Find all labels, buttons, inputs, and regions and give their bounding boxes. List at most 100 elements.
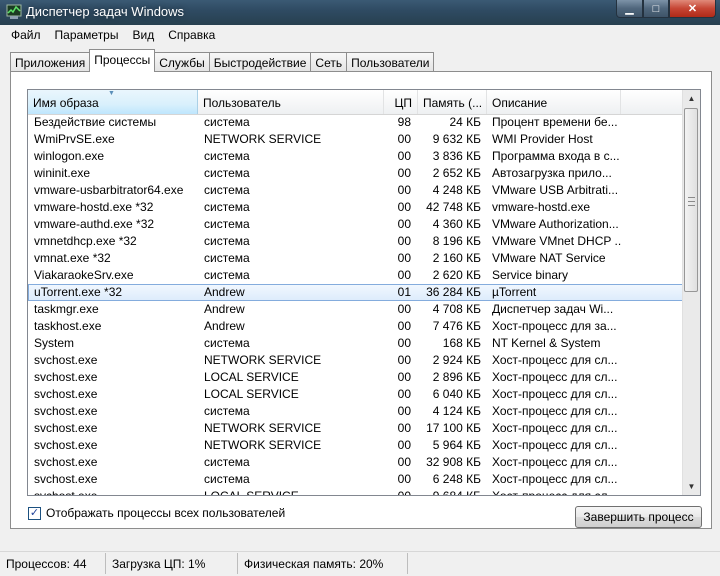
- process-user: Andrew: [204, 285, 245, 299]
- table-row[interactable]: vmware-hostd.exe *32 система 00 42 748 КБ vm…: [28, 199, 684, 216]
- process-image-name: svchost.exe: [34, 472, 98, 486]
- end-process-button[interactable]: Завершить процесс: [575, 506, 702, 528]
- table-row[interactable]: svchost.exe система 00 6 248 КБ Хост-процесс…: [28, 471, 684, 488]
- process-cpu: 00: [397, 302, 411, 316]
- menu-file[interactable]: Файл: [4, 25, 48, 45]
- column-memory[interactable]: Память (...: [418, 90, 487, 114]
- process-description: Хост-процесс для сл...: [492, 455, 618, 469]
- process-memory: 32 908 КБ: [426, 455, 481, 469]
- scroll-up-icon[interactable]: ▲: [683, 90, 700, 107]
- column-description[interactable]: Описание: [487, 90, 621, 114]
- sort-arrow-icon: ▼: [108, 90, 115, 97]
- table-row[interactable]: vmnat.exe *32 система 00 2 160 КБ VMware NAT…: [28, 250, 684, 267]
- column-label: ЦП: [394, 96, 412, 110]
- process-memory: 5 964 КБ: [432, 438, 481, 452]
- process-image-name: svchost.exe: [34, 455, 98, 469]
- table-row[interactable]: svchost.exe система 00 4 124 КБ Хост-процесс…: [28, 403, 684, 420]
- column-cpu[interactable]: ЦП: [384, 90, 418, 114]
- process-image-name: svchost.exe: [34, 404, 98, 418]
- status-physical-memory: Физическая память: 20%: [238, 553, 408, 574]
- vertical-scrollbar[interactable]: ▲ ▼: [682, 90, 700, 495]
- column-image-name[interactable]: Имя образа ▼: [28, 90, 198, 114]
- process-cpu: 98: [397, 115, 411, 129]
- tab-processes[interactable]: Процессы: [89, 49, 156, 72]
- menu-help[interactable]: Справка: [161, 25, 222, 45]
- process-list[interactable]: Имя образа ▼ Пользователь ЦП Память (...…: [27, 89, 701, 496]
- table-row[interactable]: ViakaraokeSrv.exe система 00 2 620 КБ Servic…: [28, 267, 684, 284]
- maximize-button[interactable]: □: [643, 0, 669, 18]
- process-memory: 9 684 КБ: [432, 489, 481, 496]
- process-user: система: [204, 472, 250, 486]
- table-row[interactable]: vmware-usbarbitrator64.exe система 00 4 248…: [28, 182, 684, 199]
- process-image-name: svchost.exe: [34, 387, 98, 401]
- menu-options[interactable]: Параметры: [48, 25, 126, 45]
- tab-networking[interactable]: Сеть: [310, 52, 348, 72]
- table-row[interactable]: vmnetdhcp.exe *32 система 00 8 196 КБ VMware…: [28, 233, 684, 250]
- process-cpu: 00: [397, 387, 411, 401]
- process-description: Программа входа в с...: [492, 149, 620, 163]
- table-row[interactable]: svchost.exe LOCAL SERVICE 00 6 040 КБ Хост-п…: [28, 386, 684, 403]
- status-process-count: Процессов: 44: [0, 553, 106, 574]
- process-cpu: 00: [397, 268, 411, 282]
- table-row[interactable]: System система 00 168 КБ NT Kernel & System: [28, 335, 684, 352]
- table-row[interactable]: svchost.exe NETWORK SERVICE 00 2 924 КБ Хост…: [28, 352, 684, 369]
- table-row[interactable]: svchost.exe LOCAL SERVICE 00 9 684 КБ Хост-п…: [28, 488, 684, 496]
- table-row[interactable]: wininit.exe система 00 2 652 КБ Автозагрузка…: [28, 165, 684, 182]
- title-bar[interactable]: Диспетчер задач Windows ▁ □ ✕: [0, 0, 720, 25]
- process-image-name: vmware-usbarbitrator64.exe: [34, 183, 184, 197]
- menu-view[interactable]: Вид: [125, 25, 161, 45]
- show-all-users-checkbox[interactable]: ✓: [28, 506, 41, 520]
- process-cpu: 00: [397, 200, 411, 214]
- process-cpu: 00: [397, 234, 411, 248]
- process-user: система: [204, 149, 250, 163]
- table-row[interactable]: svchost.exe NETWORK SERVICE 00 17 100 КБ Хос…: [28, 420, 684, 437]
- show-all-users-option[interactable]: ✓ Отображать процессы всех пользователей: [28, 506, 285, 520]
- minimize-icon: ▁: [625, 3, 634, 15]
- process-cpu: 00: [397, 132, 411, 146]
- tab-applications[interactable]: Приложения: [10, 52, 91, 72]
- column-header: Имя образа ▼ Пользователь ЦП Память (...…: [28, 90, 684, 115]
- process-memory: 17 100 КБ: [426, 421, 481, 435]
- tab-services[interactable]: Службы: [154, 52, 210, 72]
- process-memory: 2 652 КБ: [432, 166, 481, 180]
- grip-icon: [688, 197, 695, 206]
- table-row[interactable]: taskmgr.exe Andrew 00 4 708 КБ Диспетчер зад…: [28, 301, 684, 318]
- status-bar: Процессов: 44 Загрузка ЦП: 1% Физическая…: [0, 551, 720, 576]
- table-row[interactable]: Бездействие системы система 98 24 КБ Процент…: [28, 114, 684, 131]
- scroll-down-icon[interactable]: ▼: [683, 478, 700, 495]
- scroll-thumb[interactable]: [684, 108, 698, 292]
- process-description: vmware-hostd.exe: [492, 200, 591, 214]
- process-image-name: taskhost.exe: [34, 319, 102, 333]
- maximize-icon: □: [652, 2, 660, 15]
- process-image-name: winlogon.exe: [34, 149, 105, 163]
- status-cpu-usage: Загрузка ЦП: 1%: [106, 553, 238, 574]
- table-row[interactable]: uTorrent.exe *32 Andrew 01 36 284 КБ µTorren…: [28, 284, 684, 301]
- table-row[interactable]: svchost.exe LOCAL SERVICE 00 2 896 КБ Хост-п…: [28, 369, 684, 386]
- process-cpu: 00: [397, 251, 411, 265]
- table-row[interactable]: taskhost.exe Andrew 00 7 476 КБ Хост-процесс…: [28, 318, 684, 335]
- process-user: система: [204, 217, 250, 231]
- process-image-name: vmware-hostd.exe *32: [34, 200, 154, 214]
- process-user: NETWORK SERVICE: [204, 421, 322, 435]
- process-image-name: svchost.exe: [34, 353, 98, 367]
- process-cpu: 00: [397, 472, 411, 486]
- table-row[interactable]: svchost.exe система 00 32 908 КБ Хост-процес…: [28, 454, 684, 471]
- process-user: система: [204, 166, 250, 180]
- process-memory: 6 248 КБ: [432, 472, 481, 486]
- process-user: система: [204, 455, 250, 469]
- process-description: VMware USB Arbitrati...: [492, 183, 619, 197]
- table-row[interactable]: WmiPrvSE.exe NETWORK SERVICE 00 9 632 КБ WMI…: [28, 131, 684, 148]
- tab-performance[interactable]: Быстродействие: [208, 52, 312, 72]
- table-row[interactable]: winlogon.exe система 00 3 836 КБ Программа в…: [28, 148, 684, 165]
- close-button[interactable]: ✕: [669, 0, 716, 18]
- process-image-name: System: [34, 336, 75, 350]
- minimize-button[interactable]: ▁: [616, 0, 643, 18]
- column-user[interactable]: Пользователь: [198, 90, 384, 114]
- process-description: Хост-процесс для сл...: [492, 472, 618, 486]
- process-memory: 8 196 КБ: [432, 234, 481, 248]
- process-description: Хост-процесс для сл...: [492, 370, 618, 384]
- process-user: LOCAL SERVICE: [204, 489, 299, 496]
- tab-users[interactable]: Пользователи: [346, 52, 435, 72]
- table-row[interactable]: vmware-authd.exe *32 система 00 4 360 КБ VMw…: [28, 216, 684, 233]
- table-row[interactable]: svchost.exe NETWORK SERVICE 00 5 964 КБ Хост…: [28, 437, 684, 454]
